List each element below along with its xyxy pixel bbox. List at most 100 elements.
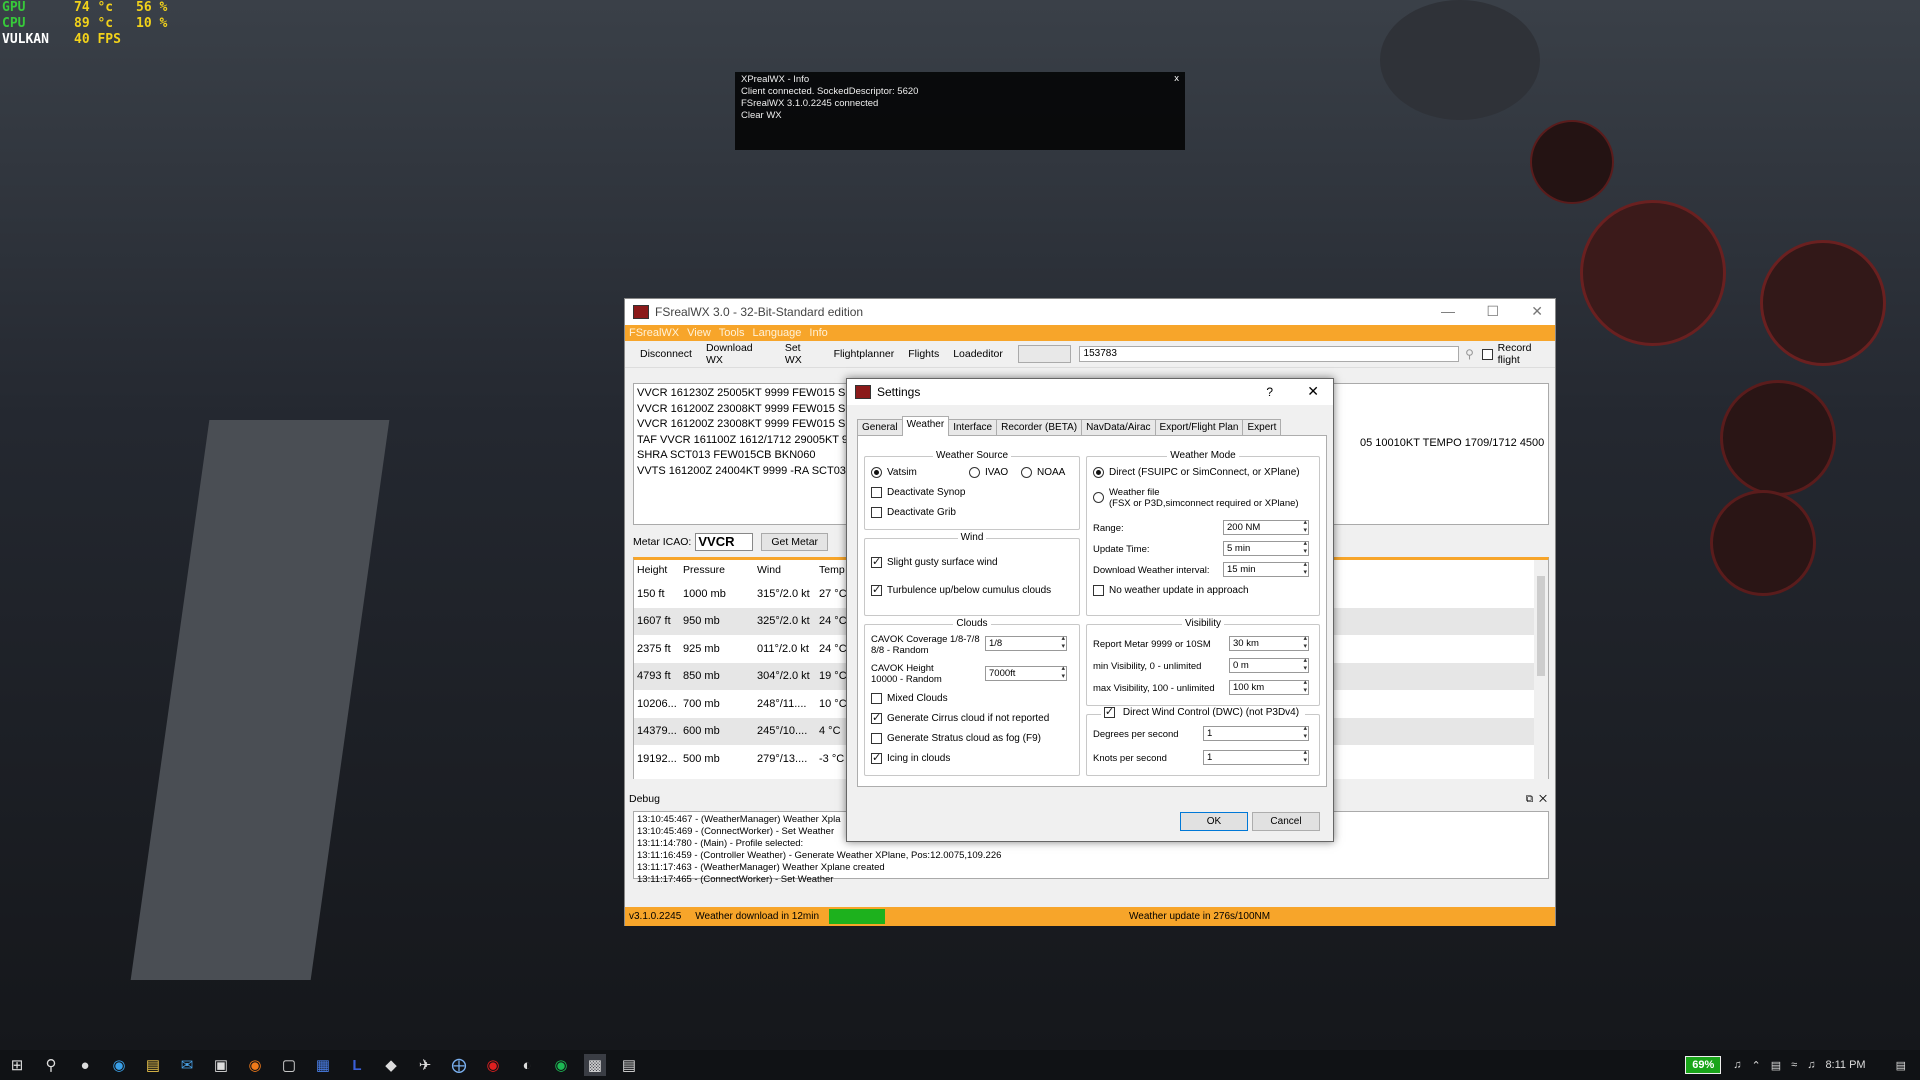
- tab-weather[interactable]: Weather: [901, 416, 950, 436]
- checkbox-icon[interactable]: [871, 487, 882, 498]
- close-icon[interactable]: ✕: [1307, 383, 1319, 400]
- fsrealwx-taskbar-icon[interactable]: ▩: [584, 1054, 606, 1076]
- task-view-icon[interactable]: ●: [74, 1054, 96, 1076]
- metar-icao-input[interactable]: VVCR: [695, 533, 754, 551]
- checkbox-icon[interactable]: [871, 507, 882, 518]
- menu-view[interactable]: View: [687, 327, 711, 339]
- noaa-radio[interactable]: NOAA: [1021, 467, 1065, 478]
- app-icon[interactable]: ✈: [414, 1054, 436, 1076]
- close-icon[interactable]: ✕: [1539, 793, 1547, 805]
- menu-language[interactable]: Language: [752, 327, 801, 339]
- update-time-spinner[interactable]: 5 min: [1223, 540, 1309, 556]
- ivao-radio[interactable]: IVAO: [969, 467, 1008, 478]
- checkbox-icon[interactable]: [871, 733, 882, 744]
- spotify-icon[interactable]: ◉: [550, 1054, 572, 1076]
- download-wx-button[interactable]: Download WX: [699, 342, 778, 366]
- app-icon[interactable]: ◆: [380, 1054, 402, 1076]
- steam-icon[interactable]: ◐: [516, 1054, 538, 1076]
- checkbox-icon[interactable]: [871, 583, 882, 596]
- search-icon[interactable]: ⚲: [1465, 347, 1474, 361]
- tab-navdata[interactable]: NavData/Airac: [1081, 419, 1156, 435]
- report-metar-spinner[interactable]: 30 km: [1229, 635, 1309, 651]
- scrollbar-thumb[interactable]: [1537, 576, 1545, 676]
- set-wx-button[interactable]: Set WX: [778, 342, 827, 366]
- radio-icon[interactable]: [969, 467, 980, 478]
- cavok-height-spinner[interactable]: 7000ft: [985, 665, 1067, 681]
- dwc-checkbox[interactable]: Direct Wind Control (DWC) (not P3Dv4): [1100, 705, 1306, 718]
- max-visibility-spinner[interactable]: 100 km: [1229, 679, 1309, 695]
- edge-icon[interactable]: ◉: [108, 1054, 130, 1076]
- radio-icon[interactable]: [871, 467, 882, 478]
- menu-fsrealwx[interactable]: FSrealWX: [629, 327, 679, 339]
- column-header[interactable]: Pressure: [683, 564, 757, 576]
- app-icon[interactable]: ▢: [278, 1054, 300, 1076]
- folder-icon[interactable]: ▤: [142, 1054, 164, 1076]
- tab-interface[interactable]: Interface: [948, 419, 998, 435]
- chevron-up-icon[interactable]: ⌃: [1752, 1059, 1761, 1072]
- checkbox-icon[interactable]: [871, 555, 882, 568]
- toolbar-dropdown[interactable]: [1017, 345, 1071, 363]
- no-update-approach-checkbox[interactable]: No weather update in approach: [1093, 585, 1249, 596]
- radio-icon[interactable]: [1021, 467, 1032, 478]
- minimize-icon[interactable]: —: [1441, 303, 1455, 319]
- volume-icon[interactable]: ♫: [1807, 1059, 1815, 1071]
- stratus-fog-checkbox[interactable]: Generate Stratus cloud as fog (F9): [871, 733, 1041, 744]
- checkbox-icon[interactable]: [1093, 585, 1104, 596]
- deactivate-synop-checkbox[interactable]: Deactivate Synop: [871, 487, 965, 498]
- weather-file-radio[interactable]: Weather file (FSX or P3D,simconnect requi…: [1093, 487, 1299, 509]
- notifications-icon[interactable]: ▤: [1896, 1059, 1906, 1072]
- menu-tools[interactable]: Tools: [719, 327, 745, 339]
- download-interval-spinner[interactable]: 15 min: [1223, 561, 1309, 577]
- deactivate-grib-checkbox[interactable]: Deactivate Grib: [871, 507, 956, 518]
- get-metar-button[interactable]: Get Metar: [761, 533, 829, 551]
- tab-export[interactable]: Export/Flight Plan: [1154, 419, 1244, 435]
- float-icon[interactable]: ⧉: [1526, 793, 1534, 805]
- store-icon[interactable]: ▣: [210, 1054, 232, 1076]
- cancel-button[interactable]: Cancel: [1252, 812, 1320, 831]
- clock[interactable]: 8:11 PM: [1825, 1059, 1865, 1071]
- loadeditor-button[interactable]: Loadeditor: [946, 348, 1010, 360]
- ok-button[interactable]: OK: [1180, 812, 1248, 831]
- record-icon[interactable]: ◉: [482, 1054, 504, 1076]
- search-input[interactable]: 153783: [1078, 346, 1460, 362]
- range-spinner[interactable]: 200 NM: [1223, 519, 1309, 535]
- gusty-wind-checkbox[interactable]: Slight gusty surface wind: [871, 555, 998, 568]
- tab-recorder[interactable]: Recorder (BETA): [996, 419, 1083, 435]
- table-scrollbar[interactable]: [1534, 560, 1548, 779]
- flights-button[interactable]: Flights: [901, 348, 946, 360]
- degrees-per-second-spinner[interactable]: 1: [1203, 725, 1309, 741]
- direct-mode-radio[interactable]: Direct (FSUIPC or SimConnect, or XPlane): [1093, 467, 1300, 478]
- icing-checkbox[interactable]: Icing in clouds: [871, 751, 950, 764]
- column-header[interactable]: Height: [634, 564, 683, 576]
- app-icon[interactable]: ▦: [312, 1054, 334, 1076]
- network-icon[interactable]: ▤: [1771, 1059, 1781, 1072]
- firefox-icon[interactable]: ◉: [244, 1054, 266, 1076]
- checkbox-icon[interactable]: [1481, 348, 1493, 360]
- tab-general[interactable]: General: [857, 419, 903, 435]
- radio-icon[interactable]: [1093, 467, 1104, 478]
- disconnect-button[interactable]: Disconnect: [633, 348, 699, 360]
- knots-per-second-spinner[interactable]: 1: [1203, 749, 1309, 765]
- checkbox-icon[interactable]: [871, 751, 882, 764]
- checkbox-icon[interactable]: [871, 711, 882, 724]
- battery-badge[interactable]: 69%: [1685, 1056, 1722, 1074]
- checkbox-icon[interactable]: [1103, 705, 1115, 718]
- tab-expert[interactable]: Expert: [1242, 419, 1282, 435]
- mic-icon[interactable]: ♫: [1733, 1059, 1741, 1071]
- close-icon[interactable]: x: [1174, 73, 1179, 85]
- column-header[interactable]: Wind: [757, 564, 819, 576]
- flightplanner-button[interactable]: Flightplanner: [827, 348, 902, 360]
- cavok-coverage-spinner[interactable]: 1/8: [985, 635, 1067, 651]
- windows-start-icon[interactable]: ⊞: [6, 1054, 28, 1076]
- app-icon[interactable]: ⨁: [448, 1054, 470, 1076]
- maximize-icon[interactable]: ☐: [1486, 303, 1499, 320]
- mail-icon[interactable]: ✉: [176, 1054, 198, 1076]
- radio-icon[interactable]: [1093, 492, 1104, 503]
- close-icon[interactable]: ✕: [1531, 303, 1543, 320]
- app-icon[interactable]: L: [346, 1054, 368, 1076]
- vatsim-radio[interactable]: Vatsim: [871, 467, 917, 478]
- cirrus-checkbox[interactable]: Generate Cirrus cloud if not reported: [871, 711, 1049, 724]
- turbulence-checkbox[interactable]: Turbulence up/below cumulus clouds: [871, 583, 1051, 596]
- wifi-icon[interactable]: ≈: [1791, 1059, 1797, 1071]
- record-flight-checkbox[interactable]: Record flight: [1481, 342, 1555, 366]
